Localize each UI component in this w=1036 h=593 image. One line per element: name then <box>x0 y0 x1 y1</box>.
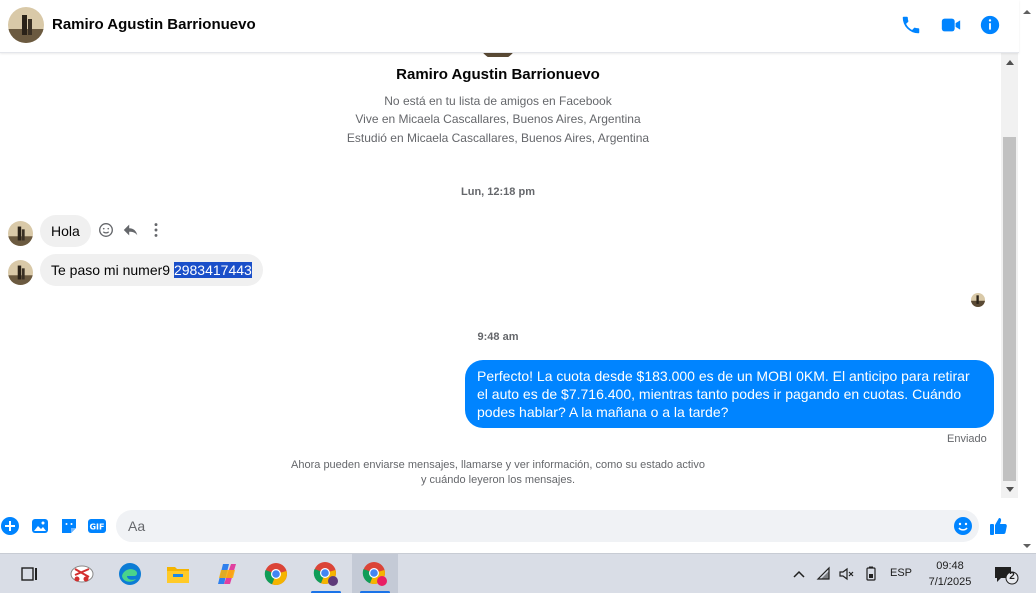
profile-name: Ramiro Agustin Barrionuevo <box>396 66 600 83</box>
message-list[interactable]: Ramiro Agustin Barrionuevo No está en tu… <box>0 53 1001 498</box>
chrome-profile-icon[interactable] <box>303 554 349 593</box>
info-icon[interactable] <box>979 14 1001 36</box>
contact-name[interactable]: Ramiro Agustin Barrionuevo <box>52 16 256 33</box>
scroll-up-arrow-icon[interactable] <box>1001 53 1018 70</box>
battery-icon[interactable] <box>863 566 879 582</box>
react-emoji-icon[interactable] <box>97 221 115 239</box>
copilot-icon[interactable] <box>204 554 250 593</box>
timestamp: 9:48 am <box>477 331 519 343</box>
chrome-profile-active-icon[interactable] <box>352 554 398 593</box>
clock-date: 7/1/2025 <box>928 576 972 588</box>
chat-header: Ramiro Agustin Barrionuevo <box>0 0 1019 53</box>
input-language[interactable]: ESP <box>890 567 912 579</box>
sticker-icon[interactable] <box>59 516 79 536</box>
profile-studied-at: Estudió en Micaela Cascallares, Buenos A… <box>346 131 650 145</box>
message-text: Perfecto! La cuota desde $183.000 es de … <box>477 368 970 420</box>
windows-taskbar: ESP 09:48 7/1/2025 2 <box>0 553 1036 593</box>
notification-count-badge: 2 <box>1009 571 1015 582</box>
phone-icon[interactable] <box>900 14 922 36</box>
reply-icon[interactable] <box>122 221 140 239</box>
message-composer: GIF <box>0 498 1019 553</box>
selected-phone-number[interactable]: 2983417443 <box>173 262 252 278</box>
message-bubble-outgoing[interactable]: Perfecto! La cuota desde $183.000 es de … <box>465 360 994 428</box>
privacy-note-line1: Ahora pueden enviarse mensajes, llamarse… <box>291 459 705 471</box>
message-text: Te paso mi numer9 <box>51 262 174 278</box>
file-explorer-icon[interactable] <box>155 554 201 593</box>
scroll-down-arrow-icon[interactable] <box>1001 481 1018 498</box>
plus-icon[interactable] <box>0 516 20 536</box>
like-icon[interactable] <box>989 516 1009 536</box>
snipping-tool-icon[interactable] <box>59 554 105 593</box>
sender-avatar[interactable] <box>8 260 33 285</box>
emoji-icon[interactable] <box>953 516 973 536</box>
privacy-note-line2: y cuándo leyeron los mensajes. <box>420 474 576 486</box>
chat-scrollbar[interactable] <box>1001 53 1018 498</box>
contact-avatar[interactable] <box>8 7 44 43</box>
edge-icon[interactable] <box>107 554 153 593</box>
read-receipt-avatar <box>971 293 985 307</box>
show-hidden-icons-chevron-icon[interactable] <box>791 566 807 582</box>
system-clock[interactable]: 09:48 7/1/2025 <box>920 558 980 590</box>
more-options-icon[interactable] <box>147 221 165 239</box>
scroll-thumb[interactable] <box>1003 137 1016 481</box>
timestamp: Lun, 12:18 pm <box>461 186 535 198</box>
message-status: Enviado <box>947 433 987 445</box>
volume-muted-icon[interactable] <box>838 566 854 582</box>
window-scrollbar[interactable] <box>1019 0 1036 553</box>
svg-text:GIF: GIF <box>89 523 104 532</box>
message-bubble-incoming[interactable]: Hola <box>40 215 91 247</box>
wifi-icon[interactable] <box>816 566 832 582</box>
profile-avatar <box>479 53 517 57</box>
message-text: Hola <box>51 223 80 239</box>
video-call-icon[interactable] <box>940 14 962 36</box>
clock-time: 09:48 <box>936 560 964 572</box>
window-scroll-up-icon[interactable] <box>1022 4 1032 14</box>
message-bubble-incoming[interactable]: Te paso mi numer9 2983417443 <box>40 254 263 286</box>
photo-icon[interactable] <box>30 516 50 536</box>
task-view-icon[interactable] <box>7 554 53 593</box>
profile-lives-in: Vive en Micaela Cascallares, Buenos Aire… <box>355 112 641 126</box>
gif-icon[interactable]: GIF <box>87 516 107 536</box>
chrome-icon[interactable] <box>253 554 299 593</box>
profile-friend-status: No está en tu lista de amigos en Faceboo… <box>384 94 612 108</box>
notification-center-icon[interactable]: 2 <box>993 564 1019 586</box>
window-scroll-down-icon[interactable] <box>1022 538 1032 548</box>
sender-avatar[interactable] <box>8 221 33 246</box>
message-input[interactable] <box>116 510 979 542</box>
